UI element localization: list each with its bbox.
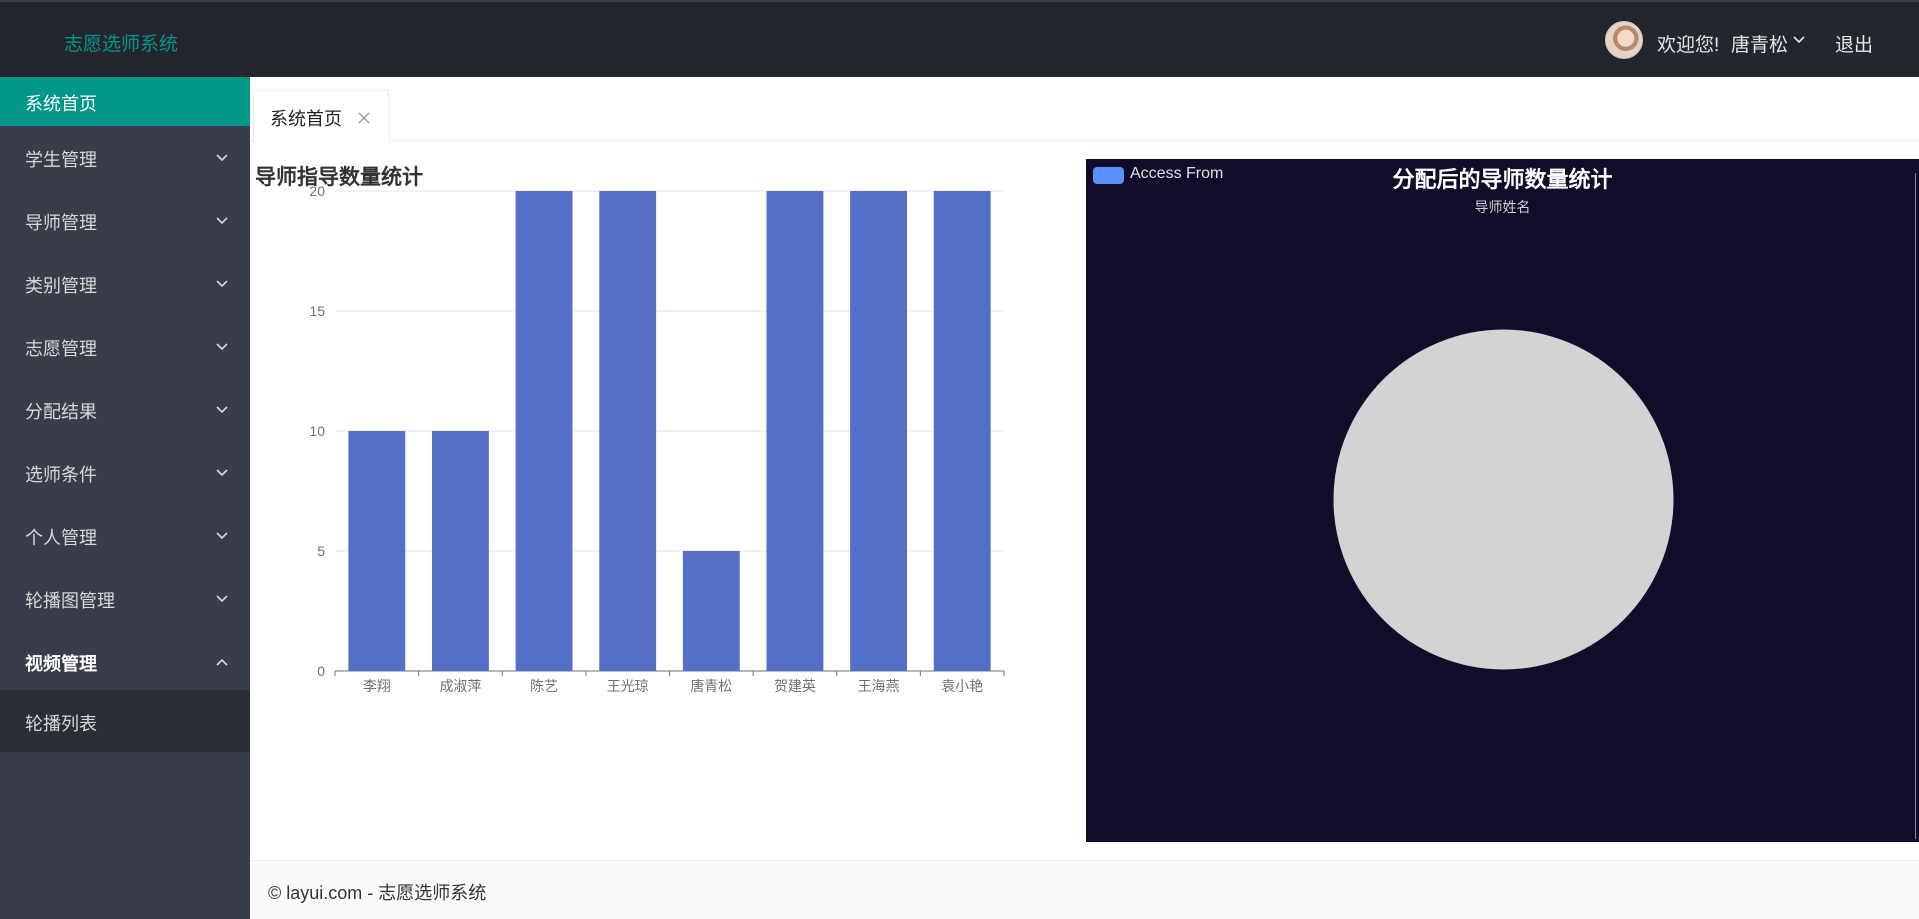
bar-3 — [599, 191, 657, 671]
chevron-down-icon — [216, 532, 228, 540]
pie-placeholder-circle — [1333, 329, 1674, 670]
sidebar-item-label: 类别管理 — [25, 276, 97, 296]
y-tick-label: 10 — [309, 423, 325, 439]
sidebar-item-label: 导师管理 — [25, 213, 97, 233]
sidebar-item-label: 分配结果 — [25, 402, 97, 422]
sidebar-item-5[interactable]: 选师条件 — [0, 441, 250, 504]
chevron-down-icon — [216, 595, 228, 603]
x-tick-label: 王光琼 — [607, 678, 649, 694]
tab-label: 系统首页 — [270, 109, 342, 129]
right-chart-subtitle: 导师姓名 — [1474, 199, 1531, 215]
main-content: 系统首页 导师指导数量统计 0 5 10 15 20 李翔 成淑萍 陈艺 王光琼 唐青松 贺建英 王海… — [250, 77, 1919, 919]
footer: © layui.com - 志愿选师系统 — [250, 860, 1919, 919]
sidebar-item-0[interactable]: 学生管理 — [0, 126, 250, 189]
sidebar-item-label: 选师条件 — [25, 465, 97, 485]
pie-chart — [1333, 329, 1674, 670]
sidebar-item-home[interactable]: 系统首页 — [0, 77, 250, 126]
sidebar-item-8[interactable]: 视频管理 — [0, 630, 250, 693]
panel-scrollbar[interactable] — [1915, 173, 1916, 839]
app-logo-title[interactable]: 志愿选师系统 — [64, 29, 178, 56]
chevron-down-icon — [216, 280, 228, 288]
x-tick-label: 贺建英 — [774, 678, 816, 694]
x-tick-label: 王海燕 — [858, 678, 900, 694]
y-tick-label: 20 — [309, 183, 325, 199]
sidebar-item-label: 个人管理 — [25, 528, 97, 548]
sidebar-item-4[interactable]: 分配结果 — [0, 378, 250, 441]
x-tick-label: 陈艺 — [530, 678, 558, 694]
user-avatar[interactable] — [1605, 21, 1643, 59]
welcome-text: 欢迎您! — [1657, 35, 1720, 56]
sidebar-item-3[interactable]: 志愿管理 — [0, 315, 250, 378]
chevron-down-icon — [216, 469, 228, 477]
tab-home[interactable]: 系统首页 — [253, 90, 389, 142]
sidebar-item-label: 学生管理 — [25, 150, 97, 170]
x-tick-label: 唐青松 — [690, 678, 732, 694]
y-tick-label: 15 — [309, 303, 325, 319]
x-tick-label: 成淑萍 — [439, 678, 481, 694]
right-chart-title: 分配后的导师数量统计 — [1392, 167, 1613, 192]
y-tick-label: 5 — [317, 543, 325, 559]
sidebar-item-7[interactable]: 轮播图管理 — [0, 567, 250, 630]
bar-4 — [682, 551, 740, 671]
bar-5 — [766, 191, 824, 671]
sidebar-item-2[interactable]: 类别管理 — [0, 252, 250, 315]
chevron-down-icon — [216, 406, 228, 414]
chevron-up-icon — [216, 658, 228, 666]
chevron-down-icon — [216, 217, 228, 225]
bar-6 — [850, 191, 907, 671]
pie-chart-panel: Access From 分配后的导师数量统计 导师姓名 — [1086, 159, 1919, 842]
y-tick-label: 0 — [317, 663, 325, 679]
chevron-down-icon — [216, 154, 228, 162]
chevron-down-icon[interactable] — [1791, 32, 1807, 48]
tab-bar: 系统首页 — [250, 77, 1919, 142]
user-name-menu[interactable]: 唐青松 — [1731, 30, 1788, 57]
x-tick-label: 袁小艳 — [941, 678, 983, 694]
logout-link[interactable]: 退出 — [1835, 30, 1873, 57]
sidebar-item-1[interactable]: 导师管理 — [0, 189, 250, 252]
chevron-down-icon — [216, 343, 228, 351]
close-icon[interactable] — [357, 111, 371, 125]
bar-7 — [933, 191, 991, 671]
bar-chart: 0 5 10 15 20 李翔 成淑萍 陈艺 王光琼 唐青松 贺建英 王海燕 袁小艳 — [309, 183, 1005, 694]
top-header: 志愿选师系统 欢迎您! 唐青松 退出 — [0, 0, 1919, 77]
sidebar-item-label: 轮播图管理 — [25, 591, 115, 611]
footer-copyright: © layui.com - 志愿选师系统 — [268, 883, 487, 903]
bar-2 — [515, 191, 573, 671]
x-tick-label: 李翔 — [363, 678, 391, 694]
sidebar: 系统首页 学生管理导师管理类别管理志愿管理分配结果选师条件个人管理轮播图管理视频… — [0, 77, 250, 919]
sidebar-item-label: 志愿管理 — [25, 339, 97, 359]
bar-0 — [348, 431, 406, 671]
bar-1 — [432, 431, 489, 671]
sidebar-subitem-carousel-list[interactable]: 轮播列表 — [0, 690, 250, 752]
sidebar-item-label: 视频管理 — [25, 654, 97, 674]
sidebar-item-6[interactable]: 个人管理 — [0, 504, 250, 567]
